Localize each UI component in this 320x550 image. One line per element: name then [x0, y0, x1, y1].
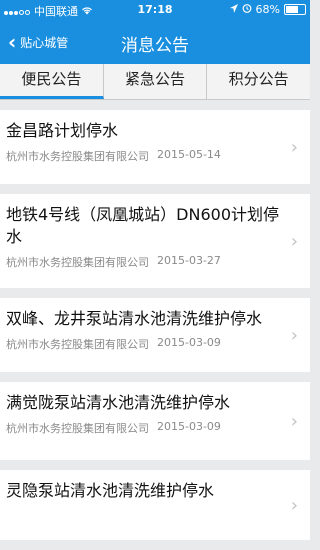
notice-meta: 杭州市水务控股集团有限公司 2015-05-14: [6, 148, 280, 164]
status-right: 68%: [229, 3, 306, 16]
notice-source: 杭州市水务控股集团有限公司: [6, 338, 149, 351]
notice-source: 杭州市水务控股集团有限公司: [6, 422, 149, 435]
notice-date: 2015-03-09: [157, 336, 221, 349]
list-item[interactable]: 金昌路计划停水 杭州市水务控股集团有限公司 2015-05-14 ›: [0, 110, 310, 184]
notice-meta: 杭州市水务控股集团有限公司 2015-03-09: [6, 336, 280, 352]
notice-meta: 杭州市水务控股集团有限公司 2015-03-27: [6, 254, 280, 270]
notice-title: 金昌路计划停水: [6, 121, 119, 140]
notice-date: 2015-03-09: [157, 420, 221, 433]
chevron-right-icon: ›: [290, 325, 298, 346]
chevron-right-icon: ›: [290, 411, 298, 432]
notice-list: 金昌路计划停水 杭州市水务控股集团有限公司 2015-05-14 › 地铁4号线…: [0, 110, 310, 550]
alarm-icon: [242, 3, 252, 16]
notice-source: 杭州市水务控股集团有限公司: [6, 150, 149, 163]
notice-source: 杭州市水务控股集团有限公司: [6, 256, 149, 269]
notice-title: 双峰、龙井泵站清水池清洗维护停水: [6, 309, 263, 328]
notice-title: 灵隐泵站清水池清洗维护停水: [6, 481, 215, 500]
chevron-right-icon: ›: [290, 231, 298, 252]
chevron-right-icon: ›: [290, 137, 298, 158]
tab-bar: 便民公告 紧急公告 积分公告: [0, 64, 310, 100]
notice-title: 满觉陇泵站清水池清洗维护停水: [6, 393, 231, 412]
notice-title: 地铁4号线（凤凰城站）DN600计划停水: [6, 205, 280, 246]
location-icon: [229, 3, 238, 16]
page-title: 消息公告: [121, 36, 189, 56]
battery-percent: 68%: [255, 3, 280, 16]
notice-meta: 杭州市水务控股集团有限公司 2015-03-09: [6, 420, 280, 436]
notice-date: 2015-03-27: [157, 254, 221, 267]
list-item[interactable]: 双峰、龙井泵站清水池清洗维护停水 杭州市水务控股集团有限公司 2015-03-0…: [0, 298, 310, 372]
status-bar: 中国联通 17:18 68%: [0, 0, 310, 20]
battery-icon: [284, 4, 306, 15]
list-item[interactable]: 满觉陇泵站清水池清洗维护停水 杭州市水务控股集团有限公司 2015-03-09 …: [0, 382, 310, 460]
tab-emergency[interactable]: 紧急公告: [104, 64, 208, 99]
tab-points[interactable]: 积分公告: [207, 64, 310, 99]
list-item[interactable]: 地铁4号线（凤凰城站）DN600计划停水 杭州市水务控股集团有限公司 2015-…: [0, 194, 310, 288]
tab-convenience[interactable]: 便民公告: [0, 64, 104, 99]
chevron-right-icon: ›: [290, 495, 298, 516]
notice-date: 2015-05-14: [157, 148, 221, 161]
list-item[interactable]: 灵隐泵站清水池清洗维护停水 ›: [0, 470, 310, 540]
nav-bar: ‹ 贴心城管 消息公告: [0, 20, 310, 64]
